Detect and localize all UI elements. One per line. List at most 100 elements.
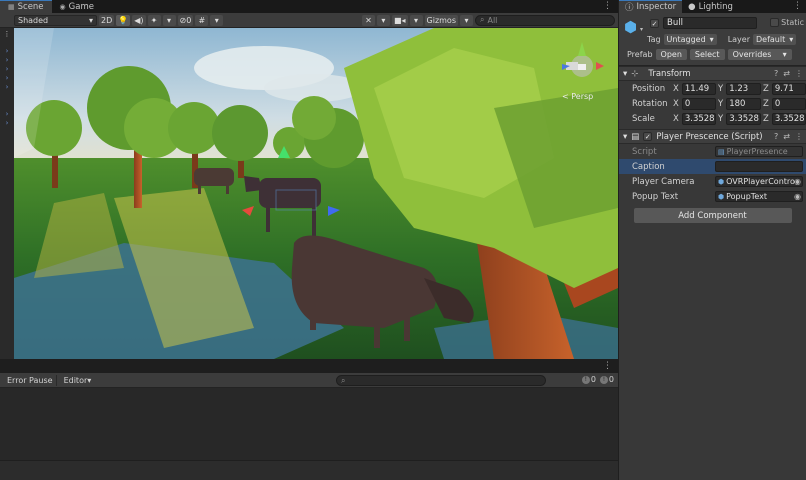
overlay-arrow-icon[interactable]: › [0,74,14,83]
error-count-toggle[interactable]: ! 0 [581,375,596,384]
scene-search-placeholder: All [487,15,498,25]
scene-search-input[interactable]: ⌕ All [475,14,615,26]
tag-layer-row: Tag Untagged ▾ Layer Default ▾ [647,34,797,45]
scale-x-field[interactable]: 3.3528 [681,112,716,125]
add-component-button[interactable]: Add Component [633,208,792,223]
scale-z-field[interactable]: 3.3528 [771,112,806,125]
gizmos-dropdown[interactable]: ▾ [460,14,473,26]
mode-2d-button[interactable]: 2D [99,14,115,26]
grid-icon: ▦ [8,3,15,11]
light-toggle-button[interactable]: 💡 [116,14,131,26]
console-search-input[interactable]: ⌕ [336,375,546,386]
position-y-field[interactable]: 1.23 [726,82,761,95]
rotation-row: Rotation X0 Y 180 Z0 [619,96,806,111]
script-label: Script [632,146,657,157]
cube-icon[interactable]: ⬢ [624,19,640,35]
warning-count-toggle[interactable]: ! 0 [599,375,614,384]
prefab-select-button[interactable]: Select [689,49,725,60]
rotation-label: Rotation [632,98,668,109]
prefab-open-button[interactable]: Open [655,49,687,60]
component-menu-icon[interactable]: ⋮ [795,69,803,78]
effects-dropdown[interactable]: ▾ [162,14,176,26]
camera-dropdown[interactable]: ▾ [409,14,423,26]
console-toolbar: Error Pause Editor ▾ ⌕ ! 0 ! 0 [0,373,618,388]
overlay-arrow-icon[interactable]: › [0,83,14,92]
tag-dropdown[interactable]: Untagged ▾ [663,34,717,45]
tab-scene[interactable]: ▦ Scene [0,0,52,13]
script-row: Script ▤ PlayerPresence [619,144,806,159]
axis-x-label: X [673,98,679,109]
console-log-area[interactable] [0,388,618,460]
chevron-down-icon: ▾ [381,15,386,25]
presets-icon[interactable]: ⇄ [783,132,790,141]
script-enabled-checkbox[interactable]: ✓ [643,132,653,141]
console-menu-icon[interactable]: ⋮ [603,361,612,371]
scale-label: Scale [632,113,655,124]
foldout-arrow-icon[interactable]: ▾ [623,132,627,142]
object-picker-icon[interactable]: ◉ [794,192,801,201]
transform-title: Transform [648,68,691,79]
scene-menu-icon[interactable]: ⋮ [603,1,612,11]
tools-dropdown[interactable]: ▾ [376,14,390,26]
info-icon: ⓘ [625,3,634,13]
grid-toggle-button[interactable]: # [195,14,209,26]
static-checkbox[interactable] [770,18,780,27]
axis-z-label: Z [763,83,769,94]
rotation-y-field[interactable]: 180 [726,97,761,110]
component-menu-icon[interactable]: ⋮ [795,132,803,141]
tab-game[interactable]: ◉ Game [52,0,102,13]
grid-dropdown[interactable]: ▾ [210,14,224,26]
chevron-down-icon[interactable]: ▾ [640,26,643,33]
axis-y-label: Y [718,98,724,109]
position-z-field[interactable]: 9.71 [771,82,806,95]
static-label: Static [781,18,804,27]
gizmos-button[interactable]: Gizmos [424,14,458,26]
scene-tabbar: ▦ Scene ◉ Game ⋮ [0,0,618,13]
rotation-z-field[interactable]: 0 [771,97,806,110]
active-checkbox[interactable]: ✓ [650,18,659,28]
help-icon[interactable]: ? [774,132,778,141]
overlay-arrow-icon[interactable]: › [0,56,14,65]
help-icon[interactable]: ? [774,69,778,78]
player-camera-value: OVRPlayerContro [726,177,795,186]
popup-text-field[interactable]: ⬢ PopupText ◉ [715,191,803,202]
tab-inspector[interactable]: ⓘ Inspector [619,0,683,13]
object-name-field[interactable]: Bull [663,17,757,29]
position-x-field[interactable]: 11.49 [681,82,716,95]
axis-y-label: Y [718,113,724,124]
script-component-header[interactable]: ▾ ▤ ✓ Player Prescence (Script) ? ⇄ ⋮ [619,129,806,144]
speaker-icon: ◀) [134,15,144,25]
overlay-arrow-icon[interactable]: › [0,47,14,56]
player-camera-field[interactable]: ⬢ OVRPlayerContro ◉ [715,176,803,187]
overlay-arrow-icon[interactable]: › [0,110,14,119]
layer-dropdown[interactable]: Default ▾ [753,34,797,45]
rotation-x-field[interactable]: 0 [681,97,716,110]
console-detail-area[interactable] [0,460,618,480]
prefab-overrides-dropdown[interactable]: Overrides ▾ [727,49,792,60]
error-pause-button[interactable]: Error Pause [4,374,57,386]
script-field[interactable]: ▤ PlayerPresence [715,146,803,157]
tools-button[interactable]: ✕ [361,14,375,26]
foldout-arrow-icon[interactable]: ▾ [623,69,627,79]
transform-header[interactable]: ▾ ⊹ Transform ? ⇄ ⋮ [619,66,806,81]
presets-icon[interactable]: ⇄ [783,69,790,78]
audio-toggle-button[interactable]: ◀) [132,14,146,26]
camera-icon: ■◂ [393,15,406,25]
object-picker-icon[interactable]: ◉ [794,177,801,186]
inspector-menu-icon[interactable]: ⋮ [793,1,802,11]
overlay-menu-icon[interactable]: ⋮ [0,30,14,39]
editor-dropdown[interactable]: Editor ▾ [61,375,95,386]
scale-y-field[interactable]: 3.3528 [726,112,761,125]
object-header: ⬢ ▾ ✓ Bull Static Tag Untagged ▾ Layer D… [619,13,806,66]
effects-toggle-button[interactable]: ✦ [147,14,161,26]
scene-viewport[interactable]: < Persp [14,28,618,359]
overlay-arrow-icon[interactable]: › [0,65,14,74]
tab-lighting[interactable]: ● Lighting [682,0,739,13]
camera-button[interactable]: ■◂ [391,14,408,26]
shading-mode-dropdown[interactable]: Shaded ▾ [14,14,97,26]
overlay-arrow-icon[interactable]: › [0,119,14,128]
perspective-label[interactable]: < Persp [562,92,593,101]
scene-visibility-button[interactable]: ⊘ 0 [177,14,194,26]
static-toggle[interactable]: Static [770,18,804,27]
caption-field[interactable] [715,161,803,172]
